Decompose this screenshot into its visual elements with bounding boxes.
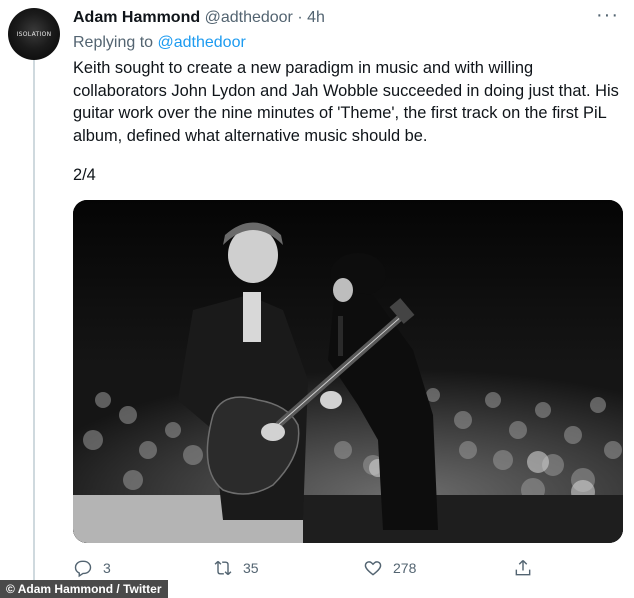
timestamp[interactable]: 4h [307, 9, 325, 26]
replying-handle-link[interactable]: @adthedoor [158, 34, 246, 51]
tweet-text: Keith sought to create a new paradigm in… [73, 59, 619, 145]
tweet-actions: 3 35 278 [73, 554, 543, 582]
avatar-logo-text: ISOLATION [16, 30, 52, 38]
tweet-header: Adam Hammond @adthedoor · 4h [73, 8, 325, 28]
replying-to: Replying to @adthedoor [73, 34, 246, 52]
photo-credit: © Adam Hammond / Twitter [0, 580, 168, 598]
reply-icon [74, 560, 92, 578]
thread-counter: 2/4 [73, 166, 96, 184]
avatar[interactable]: ISOLATION [8, 8, 60, 60]
more-icon[interactable]: ··· [596, 4, 619, 27]
retweet-button[interactable]: 35 [213, 554, 259, 582]
tweet-photo[interactable] [73, 200, 623, 543]
concert-photo-illustration [73, 200, 623, 543]
share-icon [515, 559, 531, 576]
reply-button[interactable]: 3 [73, 554, 111, 582]
replying-prefix: Replying to [73, 34, 154, 51]
retweet-icon [214, 560, 232, 576]
retweet-count: 35 [243, 560, 259, 576]
display-name[interactable]: Adam Hammond [73, 9, 200, 26]
share-button[interactable] [513, 554, 533, 582]
separator-dot: · [297, 9, 303, 26]
thread-connector-line [33, 60, 35, 590]
heart-icon [364, 561, 382, 576]
reply-count: 3 [103, 560, 111, 576]
user-handle[interactable]: @adthedoor [205, 9, 293, 26]
like-button[interactable]: 278 [363, 554, 416, 582]
like-count: 278 [393, 560, 417, 576]
